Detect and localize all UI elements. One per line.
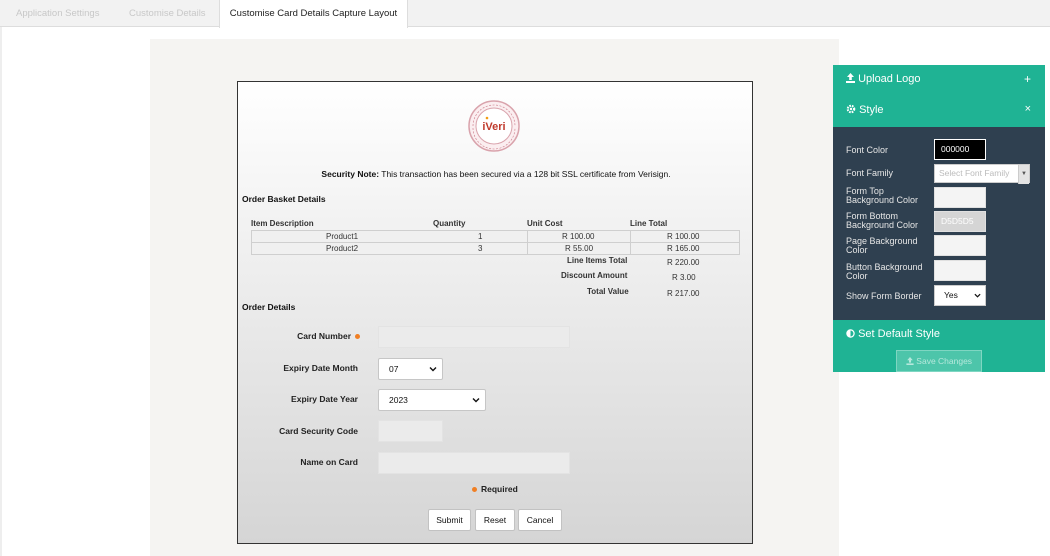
chevron-down-icon [974,293,981,298]
page-bg-label-2: Color [846,245,868,255]
svg-text:iVeri: iVeri [482,121,505,133]
discount-amount-value: R 3.00 [672,273,696,282]
reset-button[interactable]: Reset [475,509,515,531]
card-capture-form-preview: iVeri Security Note: This transaction ha… [237,81,753,544]
discount-amount-label: Discount Amount [561,271,628,280]
required-dot-icon [472,487,477,493]
save-changes-label: Save Changes [916,356,973,366]
line-items-total-value: R 220.00 [667,258,700,267]
submit-button[interactable]: Submit [428,509,471,531]
chevron-down-icon [429,367,437,372]
iveri-authentic-transaction-seal-logo: iVeri [468,100,520,152]
required-legend: Required [472,484,518,494]
page-bg-input[interactable] [934,235,986,256]
total-value-value: R 217.00 [667,289,700,298]
security-note-label: Security Note: [321,169,380,179]
expiry-year-label: Expiry Date Year [291,394,358,404]
col-unit-cost: Unit Cost [527,219,563,228]
font-family-select[interactable]: Select Font Family ▼ [934,164,1030,184]
expand-plus-icon[interactable]: + [1024,72,1031,86]
form-top-bg-input[interactable] [934,187,986,208]
order-basket-title: Order Basket Details [242,194,326,204]
required-dot-icon [355,334,360,340]
button-bg-label-2: Color [846,271,868,281]
button-bg-input[interactable] [934,260,986,281]
set-default-style-label: Set Default Style [858,328,940,340]
upload-logo-header[interactable]: Upload Logo + [833,65,1045,96]
tab-bar: Application Settings Customise Details C… [0,0,1050,28]
close-icon[interactable]: × [1025,103,1031,115]
card-security-code-input[interactable] [378,420,443,442]
card-number-label-text: Card Number [297,331,351,341]
upload-icon [846,73,855,83]
form-top-bg-label-2: Background Color [846,195,919,205]
required-legend-text: Required [481,484,518,494]
font-color-label: Font Color [846,145,889,155]
style-settings-body: Font Color 000000 Font Family Select Fon… [833,127,1045,320]
gear-icon [846,104,856,114]
expiry-year-value: 2023 [389,395,408,405]
show-form-border-value: Yes [944,290,958,300]
form-bottom-bg-label: Form Bottom Background Color [846,212,918,230]
name-on-card-label: Name on Card [300,457,358,467]
style-title: Style [846,104,884,116]
button-bg-label: Button Background Color [846,263,923,281]
upload-icon [906,357,914,365]
caret-down-icon: ▼ [1018,165,1029,184]
tab-customise-details[interactable]: Customise Details [129,0,206,27]
upload-logo-title: Upload Logo [846,73,920,85]
row-item: Product1 [326,232,359,241]
cancel-button[interactable]: Cancel [518,509,562,531]
row-total: R 100.00 [667,232,700,241]
font-color-input[interactable]: 000000 [934,139,986,160]
form-bottom-bg-input[interactable]: D5D5D5 [934,211,986,232]
card-number-input[interactable] [378,326,570,348]
form-bottom-bg-label-2: Background Color [846,220,919,230]
line-items-total-label: Line Items Total [567,256,628,265]
row-unit: R 100.00 [562,232,595,241]
card-security-code-label: Card Security Code [279,426,358,436]
style-header[interactable]: Style × [833,96,1045,127]
font-family-label: Font Family [846,168,894,178]
security-note-text: This transaction has been secured via a … [379,169,671,179]
font-family-placeholder: Select Font Family [939,168,1010,178]
name-on-card-input[interactable] [378,452,570,474]
tab-application-settings[interactable]: Application Settings [16,0,99,27]
expiry-month-label: Expiry Date Month [283,363,358,373]
show-form-border-select[interactable]: Yes [934,285,986,306]
set-default-style-button[interactable]: Set Default Style [846,328,940,340]
chevron-down-icon [472,398,480,403]
order-details-title: Order Details [242,302,296,312]
row-item: Product2 [326,244,359,253]
expiry-month-select[interactable]: 07 [378,358,443,380]
expiry-month-value: 07 [389,364,399,374]
save-changes-button[interactable]: Save Changes [896,350,982,372]
table-row: Product2 3 R 55.00 R 165.00 [251,242,740,255]
row-unit: R 55.00 [565,244,594,253]
col-line-total: Line Total [630,219,668,228]
style-label: Style [859,104,884,116]
total-value-label: Total Value [587,287,629,296]
adjust-icon [846,329,855,338]
row-qty: 1 [478,232,483,241]
row-total: R 165.00 [667,244,700,253]
col-quantity: Quantity [433,219,466,228]
card-number-label: Card Number [240,331,360,341]
show-form-border-label: Show Form Border [846,291,922,301]
left-border [0,27,2,556]
page-bg-label: Page Background Color [846,237,918,255]
upload-logo-label: Upload Logo [858,73,921,85]
col-item-description: Item Description [251,219,314,228]
row-qty: 3 [478,244,483,253]
expiry-year-select[interactable]: 2023 [378,389,486,411]
set-default-style-section: Set Default Style Save Changes [833,320,1045,372]
form-top-bg-label: Form Top Background Color [846,187,918,205]
style-settings-panel: Upload Logo + Style × Font Color 000000 … [833,65,1045,372]
security-note: Security Note: This transaction has been… [238,169,754,179]
tab-customise-card-details-capture-layout[interactable]: Customise Card Details Capture Layout [219,0,408,28]
